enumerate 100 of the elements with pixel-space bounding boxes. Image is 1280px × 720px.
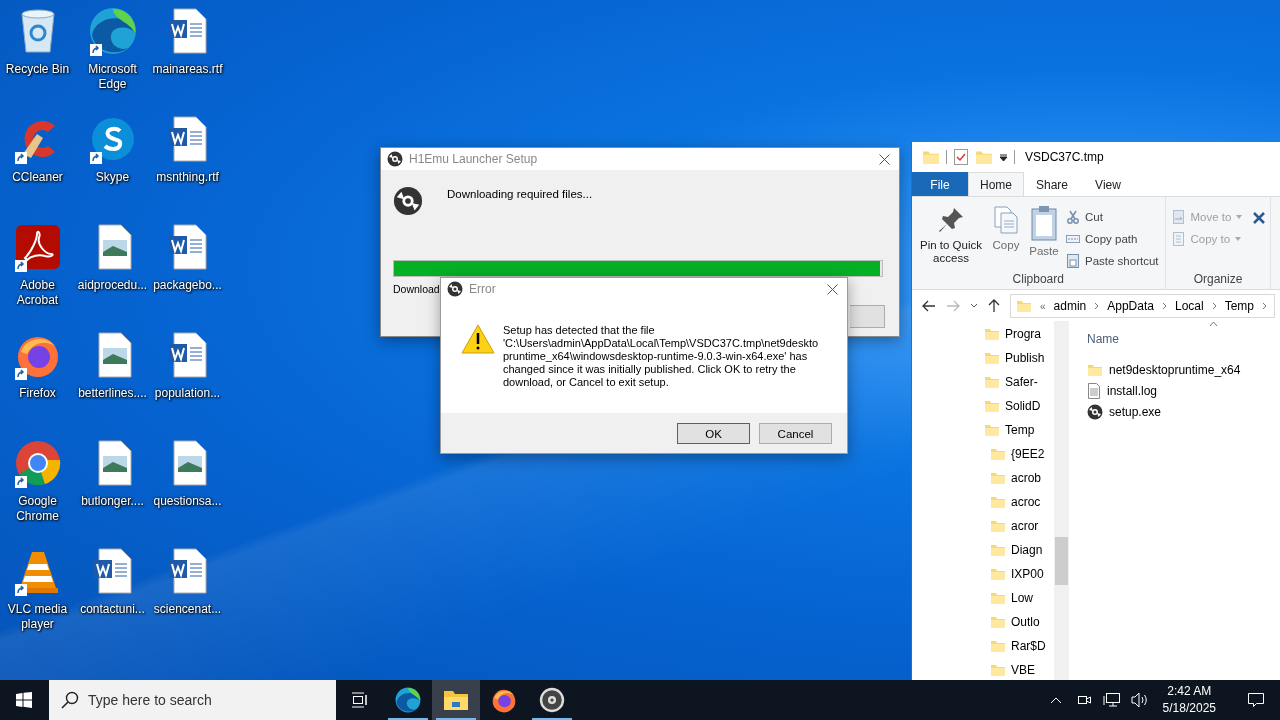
back-icon[interactable] <box>922 300 936 312</box>
column-header[interactable]: Name <box>1087 327 1280 351</box>
folder-tree-item[interactable]: Temp <box>984 418 1035 442</box>
desktop-icon-label[interactable]: Microsoft Edge <box>75 62 150 92</box>
folder-icon <box>990 566 1006 582</box>
pin-button[interactable]: Pin to Quick access <box>916 201 986 272</box>
taskbar-app[interactable] <box>432 680 480 720</box>
folder-icon <box>443 689 469 711</box>
disc-icon <box>393 186 423 216</box>
window-title: VSDC37C.tmp <box>1025 150 1104 164</box>
folder-icon <box>984 326 1000 342</box>
breadcrumb[interactable]: AppData <box>1107 299 1154 313</box>
desktop-icon-label[interactable]: Adobe Acrobat <box>0 278 75 308</box>
desktop-icon-label[interactable]: packagebo... <box>150 278 225 293</box>
document-icon <box>167 116 208 162</box>
up-icon[interactable] <box>988 299 1000 313</box>
folder-tree-item[interactable]: Low <box>990 586 1033 610</box>
close-icon[interactable] <box>878 153 890 165</box>
folder-icon <box>975 148 993 166</box>
caret-icon <box>1236 215 1243 219</box>
ribbon-tab[interactable]: File <box>912 172 968 196</box>
cut-button[interactable]: Cut <box>1064 207 1161 227</box>
cancel-button[interactable]: Cancel <box>759 423 832 444</box>
chevron-icon[interactable] <box>1094 302 1100 310</box>
chevron-up-icon[interactable] <box>1049 696 1062 704</box>
desktop-icon-label[interactable]: contactuni... <box>75 602 150 617</box>
swirl-logo-icon <box>395 687 421 713</box>
breadcrumb[interactable]: admin <box>1053 299 1087 313</box>
file-row[interactable]: setup.exe <box>1087 401 1162 422</box>
folder-tree-item[interactable]: acror <box>990 514 1039 538</box>
folder-tree-item[interactable]: SolidD <box>984 394 1041 418</box>
shortcut-arrow-icon <box>14 368 27 380</box>
clock[interactable]: 2:42 AM 5/18/2025 <box>1162 683 1216 717</box>
folder-icon <box>990 614 1006 630</box>
folder-tree-item[interactable]: Progra <box>984 322 1042 346</box>
overflow-chevron[interactable]: « <box>1040 300 1046 312</box>
file-row[interactable]: net9desktopruntime_x64 <box>1087 359 1241 380</box>
group-label: Clipboard <box>1011 272 1065 288</box>
shortcut-arrow-icon <box>89 44 102 56</box>
folder-tree-item[interactable]: {9EE2 <box>990 442 1045 466</box>
desktop-icon-label[interactable]: Firefox <box>0 386 75 401</box>
close-icon[interactable] <box>826 283 838 295</box>
fox-logo-icon <box>491 687 517 713</box>
document-icon <box>167 8 208 54</box>
desktop-icon-label[interactable]: butlonger.... <box>75 494 150 509</box>
chevron-icon[interactable] <box>1262 302 1267 310</box>
task-view-icon <box>351 692 369 708</box>
scrollbar[interactable] <box>1054 321 1069 680</box>
chevron-icon[interactable] <box>1161 302 1167 310</box>
folder-icon <box>984 350 1000 366</box>
desktop-icon-label[interactable]: population... <box>150 386 225 401</box>
folder-tree-item[interactable]: Rar$D <box>990 634 1046 658</box>
desktop-icon-label[interactable]: questionsa... <box>150 494 225 509</box>
folder-icon <box>922 148 940 166</box>
desktop-icon-label[interactable]: VLC media player <box>0 602 75 632</box>
folder-icon <box>984 422 1000 438</box>
desktop-icon-label[interactable]: aidprocedu... <box>75 278 150 293</box>
breadcrumb[interactable]: Local <box>1174 299 1204 313</box>
windows-logo-icon <box>16 692 32 708</box>
desktop-icon-label[interactable]: CCleaner <box>0 170 75 185</box>
sort-caret-icon <box>1209 321 1218 327</box>
folder-icon <box>990 638 1006 654</box>
folder-icon <box>990 590 1006 606</box>
folder-tree-item[interactable]: Diagn <box>990 538 1043 562</box>
camera-icon[interactable] <box>1075 693 1092 707</box>
disc-icon <box>447 281 463 297</box>
copypath-button[interactable]: Copy path <box>1064 229 1161 249</box>
notification-icon[interactable] <box>1247 692 1265 708</box>
desktop-icon-label[interactable]: msnthing.rtf <box>150 170 225 185</box>
folder-tree-item[interactable]: acroc <box>990 490 1041 514</box>
desktop-icon-label[interactable]: sciencenat... <box>150 602 225 617</box>
folder-icon <box>990 494 1006 510</box>
folder-icon <box>984 398 1000 414</box>
desktop-icon-label[interactable]: Skype <box>75 170 150 185</box>
ok-button[interactable]: OK <box>677 423 750 444</box>
volume-icon[interactable] <box>1130 692 1149 708</box>
folder-tree-item[interactable]: IXP00 <box>990 562 1044 586</box>
desktop-icon-label[interactable]: mainareas.rtf <box>150 62 225 77</box>
file-row[interactable]: install.log <box>1087 380 1158 401</box>
dropdown-icon[interactable] <box>999 152 1008 162</box>
ribbon-tab[interactable]: Home <box>968 172 1024 196</box>
shortcut-button[interactable]: Paste shortcut <box>1064 251 1161 271</box>
chevron-icon[interactable] <box>1211 302 1217 310</box>
search-field[interactable]: Type here to search <box>49 680 336 720</box>
address-bar[interactable]: « admin AppData Local Temp <box>1010 294 1275 318</box>
folder-tree-item[interactable]: Outlo <box>990 610 1040 634</box>
folder-icon <box>1016 298 1032 314</box>
folder-icon <box>990 542 1006 558</box>
status-message: Downloading required files... <box>447 188 593 202</box>
network-icon[interactable] <box>1102 692 1121 708</box>
recent-dropdown-icon[interactable] <box>970 303 978 309</box>
breadcrumb[interactable]: Temp <box>1224 299 1254 313</box>
folder-tree-item[interactable]: Publish <box>984 346 1045 370</box>
folder-tree-item[interactable]: Safer- <box>984 370 1038 394</box>
delete-icon[interactable] <box>1252 211 1267 225</box>
desktop-icon-label[interactable]: betterlines.... <box>75 386 150 401</box>
desktop-icon-label[interactable]: Recycle Bin <box>0 62 75 77</box>
desktop-icon-label[interactable]: Google Chrome <box>0 494 75 524</box>
folder-tree-item[interactable]: acrob <box>990 466 1042 490</box>
checklist-icon[interactable] <box>953 148 969 166</box>
